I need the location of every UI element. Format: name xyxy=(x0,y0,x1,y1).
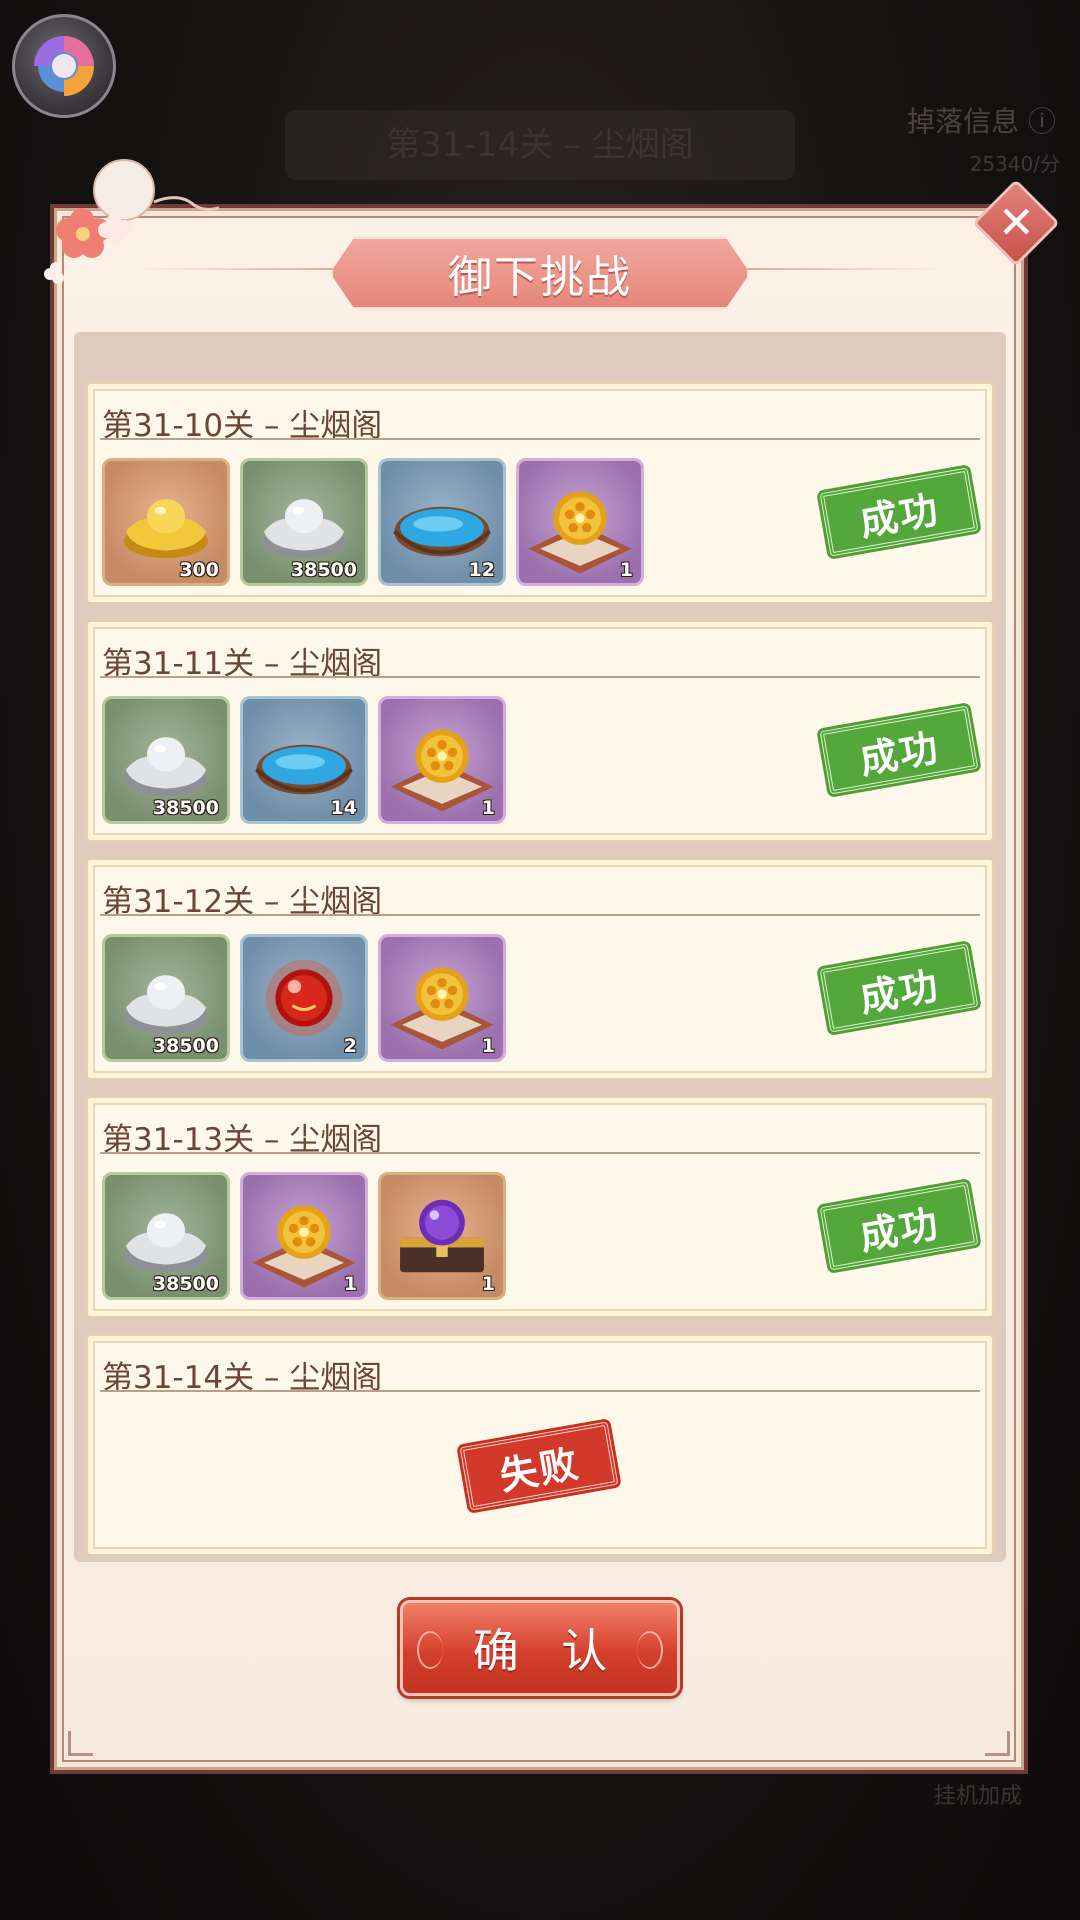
reward-item[interactable]: 1 xyxy=(240,1172,368,1300)
stage-card: 第31-14关 – 尘烟阁 失败 xyxy=(86,1334,994,1556)
success-stamp: 成功 xyxy=(819,705,979,795)
settings-gear-icon xyxy=(34,36,94,96)
reward-item[interactable]: 2 xyxy=(240,934,368,1062)
button-ornament xyxy=(637,1631,663,1669)
corner-ornament xyxy=(985,1731,1010,1756)
reward-item[interactable]: 1 xyxy=(378,934,506,1062)
confirm-button[interactable]: 确 认 xyxy=(400,1600,680,1696)
stage-divider xyxy=(100,1390,980,1392)
reward-item[interactable]: 38500 xyxy=(102,934,230,1062)
reward-item[interactable]: 1 xyxy=(378,1172,506,1300)
stage-result-list[interactable]: 第31-10关 – 尘烟阁 300 38500 12 1 成功 第31-11关 – 尘烟阁 3… xyxy=(74,332,1006,1562)
reward-item[interactable]: 14 xyxy=(240,696,368,824)
title-divider-right xyxy=(740,268,940,270)
reward-count: 38500 xyxy=(152,1273,219,1295)
dialog-title: 御下挑战 xyxy=(448,252,632,303)
reward-item[interactable]: 38500 xyxy=(102,1172,230,1300)
close-icon: ✕ xyxy=(997,197,1035,248)
stage-card: 第31-10关 – 尘烟阁 300 38500 12 1 成功 xyxy=(86,382,994,604)
settings-button[interactable] xyxy=(12,14,116,118)
reward-count: 300 xyxy=(179,559,219,581)
reward-count: 1 xyxy=(481,1035,495,1057)
background-drop-value: 25340/分 xyxy=(969,152,1060,176)
title-divider-left xyxy=(140,268,340,270)
reward-item[interactable]: 300 xyxy=(102,458,230,586)
confirm-button-label: 确 认 xyxy=(472,1624,622,1678)
stage-divider xyxy=(100,1152,980,1154)
reward-item[interactable]: 38500 xyxy=(240,458,368,586)
stage-card: 第31-12关 – 尘烟阁 38500 2 1 成功 xyxy=(86,858,994,1080)
reward-count: 38500 xyxy=(152,1035,219,1057)
stage-divider xyxy=(100,676,980,678)
success-stamp: 成功 xyxy=(819,1181,979,1271)
reward-count: 14 xyxy=(330,797,357,819)
button-ornament xyxy=(417,1631,443,1669)
reward-count: 38500 xyxy=(290,559,357,581)
fail-stamp: 失败 xyxy=(459,1421,619,1511)
reward-count: 38500 xyxy=(152,797,219,819)
background-bottom-text: 挂机加成 xyxy=(933,1784,1022,1809)
corner-ornament xyxy=(68,1731,93,1756)
reward-count: 1 xyxy=(481,1273,495,1295)
reward-count: 1 xyxy=(481,797,495,819)
stage-card: 第31-11关 – 尘烟阁 38500 14 1 成功 xyxy=(86,620,994,842)
reward-count: 1 xyxy=(343,1273,357,1295)
reward-item[interactable]: 12 xyxy=(378,458,506,586)
success-stamp: 成功 xyxy=(819,943,979,1033)
reward-item[interactable]: 1 xyxy=(516,458,644,586)
background-stage-title: 第31-14关 – 尘烟阁 xyxy=(285,110,795,180)
stage-card: 第31-13关 – 尘烟阁 38500 1 1 成功 xyxy=(86,1096,994,1318)
success-stamp: 成功 xyxy=(819,467,979,557)
stage-divider xyxy=(100,914,980,916)
stage-divider xyxy=(100,438,980,440)
background-drop-info: 掉落信息 ⓘ xyxy=(907,105,1056,138)
reward-count: 12 xyxy=(468,559,495,581)
reward-count: 1 xyxy=(619,559,633,581)
dialog-title-banner: 御下挑战 xyxy=(330,236,750,310)
reward-item[interactable]: 1 xyxy=(378,696,506,824)
reward-item[interactable]: 38500 xyxy=(102,696,230,824)
reward-count: 2 xyxy=(343,1035,357,1057)
